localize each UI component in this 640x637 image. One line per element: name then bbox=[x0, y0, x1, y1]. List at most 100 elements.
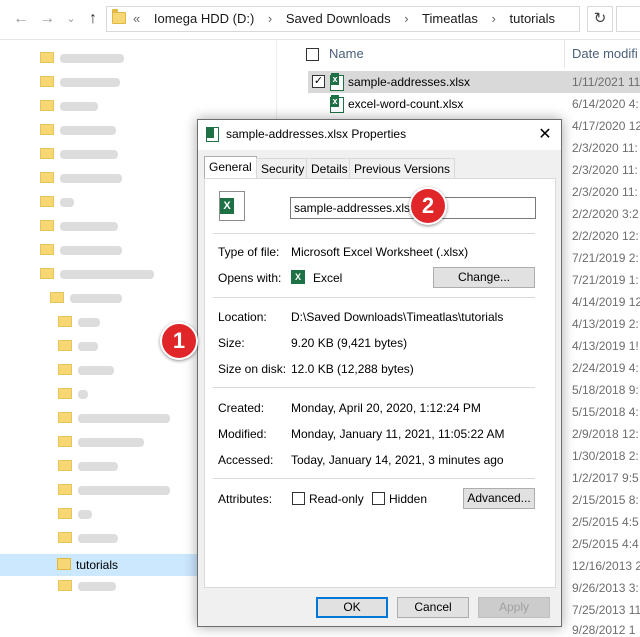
location-value: D:\Saved Downloads\Timeatlas\tutorials bbox=[291, 310, 504, 324]
blurred-label bbox=[60, 270, 154, 279]
folder-icon bbox=[58, 412, 72, 423]
divider bbox=[213, 233, 535, 234]
created-label: Created: bbox=[218, 401, 265, 415]
select-all-checkbox[interactable] bbox=[306, 48, 319, 61]
folder-icon bbox=[40, 244, 54, 255]
folder-icon bbox=[40, 100, 54, 111]
type-of-file-label: Type of file: bbox=[218, 245, 280, 259]
folder-icon bbox=[40, 268, 54, 279]
file-date: 2/9/2018 12: bbox=[572, 427, 639, 441]
search-box[interactable] bbox=[616, 6, 640, 32]
blurred-label bbox=[78, 318, 100, 327]
blurred-label bbox=[60, 150, 118, 159]
tab-details[interactable]: Details bbox=[306, 158, 353, 179]
close-icon[interactable]: ✕ bbox=[530, 122, 560, 148]
file-date: 1/11/2021 11 bbox=[572, 75, 640, 89]
breadcrumb-saved-downloads[interactable]: Saved Downloads bbox=[286, 11, 391, 26]
blurred-label bbox=[70, 294, 122, 303]
opens-with-value: Excel bbox=[313, 271, 343, 285]
modified-label: Modified: bbox=[218, 427, 267, 441]
tab-general[interactable]: General bbox=[204, 156, 257, 179]
row-checkbox[interactable]: ✓ bbox=[312, 75, 325, 88]
folder-icon bbox=[40, 148, 54, 159]
file-date: 4/14/2019 12 bbox=[572, 295, 640, 309]
folder-icon bbox=[58, 532, 72, 543]
column-name-header[interactable]: Name bbox=[329, 46, 364, 61]
blurred-label bbox=[78, 510, 92, 519]
folder-icon bbox=[40, 196, 54, 207]
recent-locations-chevron-icon[interactable]: ⌄ bbox=[62, 9, 80, 29]
size-value: 9.20 KB (9,421 bytes) bbox=[291, 336, 408, 350]
refresh-icon[interactable]: ↻ bbox=[587, 6, 613, 32]
folder-icon bbox=[112, 9, 126, 24]
file-date: 6/14/2020 4: bbox=[572, 97, 639, 111]
folder-icon bbox=[40, 220, 54, 231]
read-only-checkbox[interactable] bbox=[292, 492, 305, 505]
blurred-label bbox=[78, 582, 116, 591]
folder-icon bbox=[58, 364, 72, 375]
folder-icon bbox=[40, 172, 54, 183]
folder-icon bbox=[40, 52, 54, 63]
location-label: Location: bbox=[218, 310, 267, 324]
file-date: 7/25/2013 11 bbox=[572, 603, 640, 617]
read-only-label[interactable]: Read-only bbox=[309, 492, 364, 506]
callout-badge-1: 1 bbox=[160, 322, 198, 360]
column-header: Name Date modifi bbox=[300, 40, 640, 68]
accessed-label: Accessed: bbox=[218, 453, 274, 467]
hidden-label[interactable]: Hidden bbox=[389, 492, 427, 506]
blurred-label bbox=[78, 342, 98, 351]
forward-arrow-icon[interactable]: → bbox=[38, 9, 56, 29]
file-date: 5/18/2018 9: bbox=[572, 383, 639, 397]
blurred-label bbox=[78, 534, 118, 543]
tab-security[interactable]: Security bbox=[256, 158, 310, 179]
size-on-disk-value: 12.0 KB (12,288 bytes) bbox=[291, 362, 414, 376]
file-date: 1/30/2018 2: bbox=[572, 449, 639, 463]
breadcrumb-overflow[interactable]: « bbox=[133, 11, 140, 26]
back-arrow-icon[interactable]: ← bbox=[12, 9, 30, 29]
type-of-file-value: Microsoft Excel Worksheet (.xlsx) bbox=[291, 245, 469, 259]
divider bbox=[213, 478, 535, 479]
file-date: 2/5/2015 4:4 bbox=[572, 537, 639, 551]
breadcrumb-timeatlas[interactable]: Timeatlas bbox=[422, 11, 478, 26]
column-date-header[interactable]: Date modifi bbox=[572, 46, 638, 61]
excel-document-icon bbox=[219, 191, 245, 221]
folder-icon bbox=[58, 508, 72, 519]
accessed-value: Today, January 14, 2021, 3 minutes ago bbox=[291, 453, 504, 467]
cancel-button[interactable]: Cancel bbox=[397, 597, 469, 618]
folder-icon bbox=[58, 388, 72, 399]
nav-item-tutorials-label[interactable]: tutorials bbox=[76, 558, 118, 572]
folder-icon bbox=[58, 580, 72, 591]
column-divider[interactable] bbox=[564, 40, 565, 68]
file-date: 2/15/2015 8: bbox=[572, 493, 639, 507]
excel-file-icon bbox=[206, 127, 219, 142]
file-date: 2/24/2019 4: bbox=[572, 361, 639, 375]
general-tab-panel: sample-addresses.xlsx Type of file: Micr… bbox=[204, 178, 556, 588]
folder-icon bbox=[58, 316, 72, 327]
file-date: 4/13/2019 2: bbox=[572, 317, 639, 331]
blurred-label bbox=[60, 222, 118, 231]
blurred-label bbox=[60, 126, 116, 135]
properties-dialog: sample-addresses.xlsx Properties ✕ Gener… bbox=[197, 119, 562, 627]
advanced-button[interactable]: Advanced... bbox=[463, 488, 535, 509]
excel-file-icon bbox=[330, 73, 344, 91]
change-button[interactable]: Change... bbox=[433, 267, 535, 288]
ok-button[interactable]: OK bbox=[316, 597, 388, 618]
breadcrumb-drive[interactable]: Iomega HDD (D:) bbox=[154, 11, 254, 26]
folder-icon bbox=[58, 484, 72, 495]
hidden-checkbox[interactable] bbox=[372, 492, 385, 505]
apply-button[interactable]: Apply bbox=[478, 597, 550, 618]
dialog-title-bar[interactable]: sample-addresses.xlsx Properties ✕ bbox=[198, 120, 561, 150]
address-bar[interactable]: « Iomega HDD (D:) › Saved Downloads › Ti… bbox=[106, 6, 580, 32]
tab-previous-versions[interactable]: Previous Versions bbox=[349, 158, 456, 179]
dialog-title: sample-addresses.xlsx Properties bbox=[226, 127, 407, 141]
blurred-label bbox=[78, 390, 88, 399]
up-arrow-icon[interactable]: ↑ bbox=[84, 9, 102, 29]
blurred-label bbox=[60, 174, 122, 183]
blurred-label bbox=[78, 414, 170, 423]
breadcrumb-separator-icon: › bbox=[491, 11, 496, 26]
folder-icon bbox=[58, 436, 72, 447]
breadcrumb-tutorials[interactable]: tutorials bbox=[510, 11, 556, 26]
file-date: 2/3/2020 11: bbox=[572, 163, 638, 177]
file-date: 2/5/2015 4:5 bbox=[572, 515, 639, 529]
blurred-label bbox=[78, 462, 118, 471]
